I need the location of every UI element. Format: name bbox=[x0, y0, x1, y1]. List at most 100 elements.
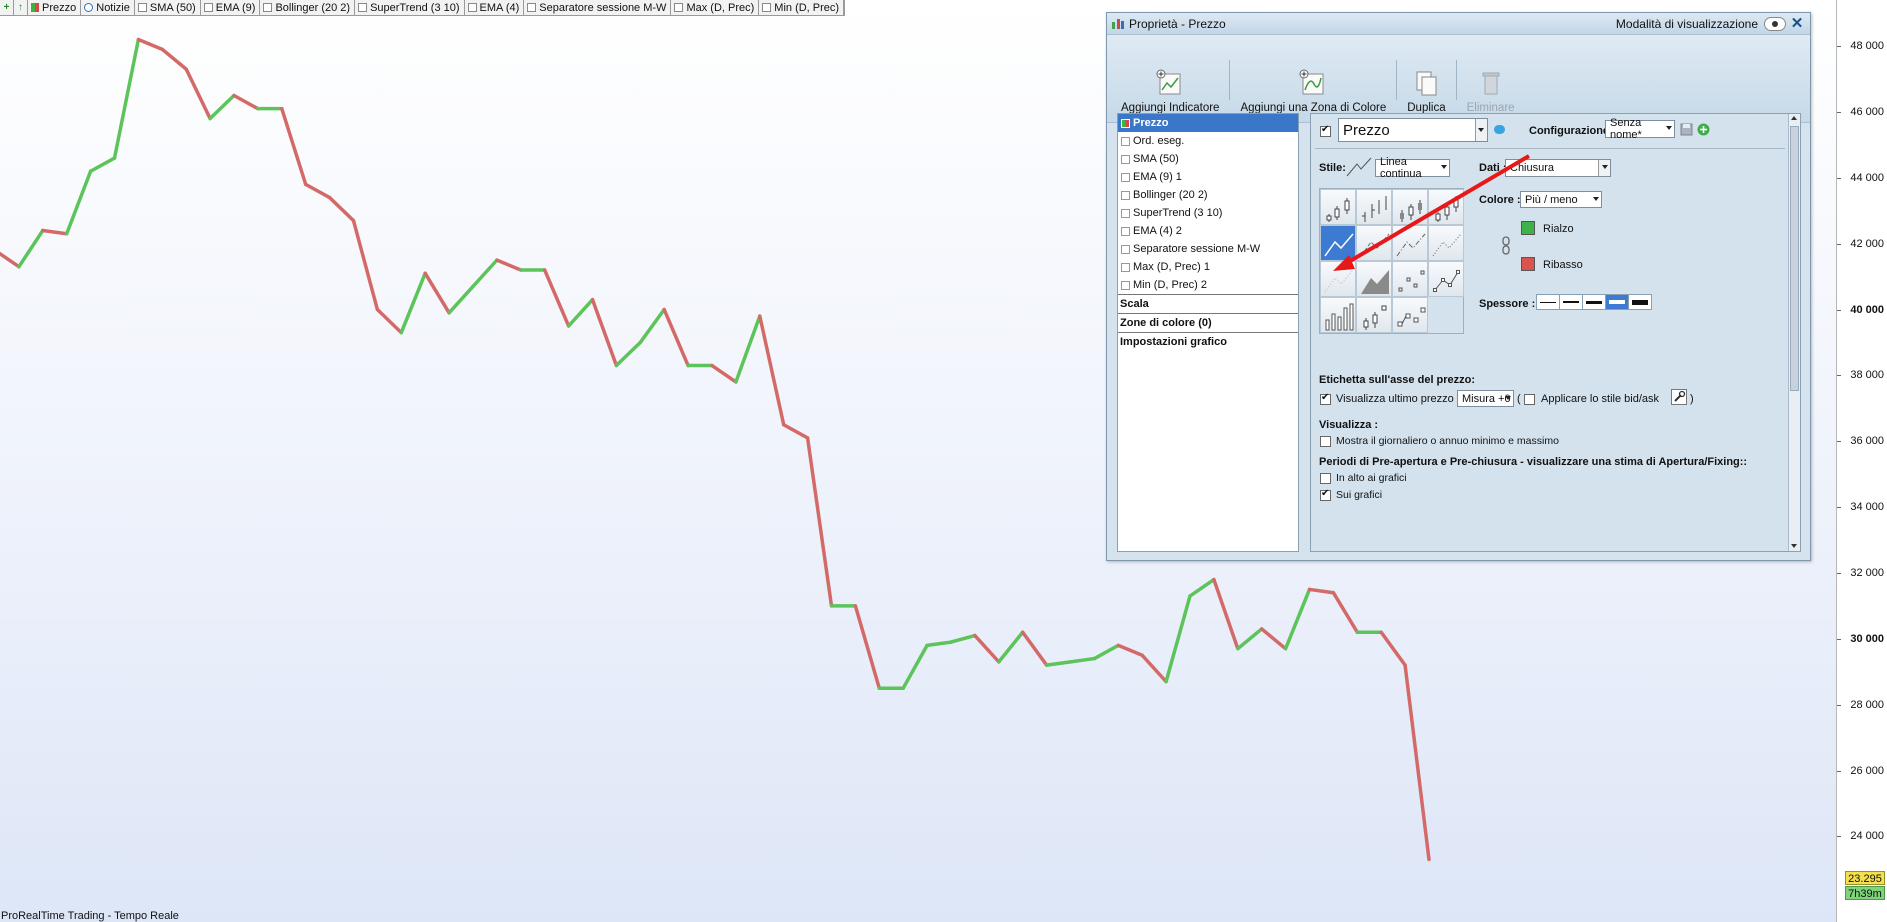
show-minmax-label: Mostra il giornaliero o annuo minimo e m… bbox=[1336, 435, 1559, 447]
scroll-up-icon[interactable] bbox=[1791, 116, 1797, 120]
line-markers-style-icon bbox=[1433, 270, 1460, 292]
rise-color-swatch[interactable] bbox=[1521, 221, 1535, 235]
properties-dialog[interactable]: Proprietà - Prezzo Modalità di visualizz… bbox=[1106, 12, 1811, 561]
price-segment bbox=[399, 271, 427, 335]
add-indicator-button[interactable]: Aggiungi Indicatore bbox=[1113, 68, 1227, 114]
panel-scrollbar[interactable] bbox=[1788, 114, 1800, 551]
tree-item-1[interactable]: Ord. eseg. bbox=[1118, 132, 1298, 150]
tree-item-3[interactable]: EMA (9) 1 bbox=[1118, 168, 1298, 186]
add-color-zone-button[interactable]: Aggiungi una Zona di Colore bbox=[1232, 68, 1394, 114]
thickness-1[interactable] bbox=[1536, 294, 1560, 310]
price-color-icon[interactable] bbox=[1121, 118, 1130, 128]
step-style-cell[interactable] bbox=[1392, 297, 1428, 333]
tree-item-6[interactable]: EMA (4) 2 bbox=[1118, 222, 1298, 240]
above-charts-checkbox[interactable] bbox=[1320, 473, 1331, 484]
series-visible-checkbox[interactable] bbox=[1320, 124, 1331, 137]
tree-section-2[interactable]: Impostazioni grafico bbox=[1118, 332, 1298, 351]
color-mode-select[interactable]: Più / meno bbox=[1520, 191, 1602, 208]
thickness-selector[interactable] bbox=[1536, 294, 1652, 310]
price-segment bbox=[375, 307, 404, 335]
add-config-icon[interactable] bbox=[1697, 123, 1710, 136]
thickness-2[interactable] bbox=[1559, 294, 1583, 310]
price-segment bbox=[112, 37, 141, 160]
checkbox-icon[interactable] bbox=[1121, 280, 1130, 290]
axis-tick-label: 26 000 bbox=[1850, 764, 1884, 777]
axis-tick-label: 28 000 bbox=[1850, 698, 1884, 711]
style-select[interactable]: Linea continua bbox=[1375, 156, 1450, 180]
checkbox-icon[interactable] bbox=[1121, 136, 1130, 146]
area-style-cell[interactable] bbox=[1356, 261, 1392, 297]
add-color-zone-icon bbox=[1299, 69, 1324, 95]
show-minmax-checkbox[interactable] bbox=[1320, 436, 1331, 447]
thickness-3[interactable] bbox=[1582, 294, 1606, 310]
dialog-titlebar[interactable]: Proprietà - Prezzo Modalità di visualizz… bbox=[1107, 13, 1810, 35]
fall-color-swatch[interactable] bbox=[1521, 257, 1535, 271]
tree-item-label: SuperTrend (3 10) bbox=[1133, 207, 1223, 219]
checkbox-icon[interactable] bbox=[1121, 262, 1130, 272]
price-segment bbox=[566, 297, 595, 328]
dash-dot-style-cell[interactable] bbox=[1392, 225, 1428, 261]
tree-item-9[interactable]: Min (D, Prec) 2 bbox=[1118, 276, 1298, 294]
display-mode-label[interactable]: Modalità di visualizzazione bbox=[1616, 17, 1758, 31]
checkbox-icon[interactable] bbox=[1121, 244, 1130, 254]
heikin-style-cell[interactable] bbox=[1392, 189, 1428, 225]
checkbox-icon[interactable] bbox=[1121, 154, 1130, 164]
axis-tick-mark bbox=[1837, 704, 1841, 706]
measure-select[interactable]: Misura +0 bbox=[1457, 390, 1514, 407]
tree-item-8[interactable]: Max (D, Prec) 1 bbox=[1118, 258, 1298, 276]
line-markers-style-cell[interactable] bbox=[1428, 261, 1464, 297]
scroll-down-icon[interactable] bbox=[1791, 544, 1797, 548]
ohlc-bar-style-cell[interactable] bbox=[1356, 189, 1392, 225]
line-style-cell[interactable] bbox=[1320, 225, 1356, 261]
paren-close: ) bbox=[1690, 393, 1694, 405]
eye-icon[interactable] bbox=[1764, 16, 1786, 31]
data-select[interactable]: Chiusura bbox=[1505, 159, 1611, 177]
axis-tick-mark bbox=[1837, 441, 1841, 443]
checkbox-icon[interactable] bbox=[1121, 226, 1130, 236]
object-tree[interactable]: Prezzo Ord. eseg. SMA (50) EMA (9) 1 Bolling… bbox=[1117, 113, 1299, 552]
link-chain-icon[interactable] bbox=[1501, 236, 1511, 256]
series-select-value: Prezzo bbox=[1343, 121, 1390, 139]
tree-item-7[interactable]: Separatore sessione M-W bbox=[1118, 240, 1298, 258]
faint-line-style-cell[interactable] bbox=[1320, 261, 1356, 297]
ohlc-bar-style-icon bbox=[1362, 196, 1387, 222]
save-icon[interactable] bbox=[1680, 123, 1693, 136]
show-last-price-checkbox[interactable] bbox=[1320, 392, 1331, 405]
price-segment bbox=[1116, 643, 1144, 658]
candlestick-style-cell[interactable] bbox=[1320, 189, 1356, 225]
info-bubble-icon[interactable] bbox=[1494, 125, 1505, 134]
tree-item-4[interactable]: Bollinger (20 2) bbox=[1118, 186, 1298, 204]
thickness-5[interactable] bbox=[1628, 294, 1652, 310]
axis-tick-mark bbox=[1837, 572, 1841, 574]
tree-section-1[interactable]: Zone di colore (0) bbox=[1118, 313, 1298, 332]
price-segment bbox=[925, 640, 953, 648]
wrench-icon[interactable] bbox=[1671, 389, 1687, 405]
series-select[interactable]: Prezzo bbox=[1338, 118, 1488, 142]
tree-item-5[interactable]: SuperTrend (3 10) bbox=[1118, 204, 1298, 222]
config-label: Configurazione: bbox=[1529, 125, 1613, 137]
scroll-thumb[interactable] bbox=[1790, 126, 1799, 391]
config-select[interactable]: Senza nome* bbox=[1605, 117, 1675, 141]
candle-markers-style-cell[interactable] bbox=[1356, 297, 1392, 333]
histogram-style-cell[interactable] bbox=[1320, 297, 1356, 333]
close-icon[interactable]: ✕ bbox=[1790, 16, 1804, 31]
axis-tick-label: 32 000 bbox=[1850, 566, 1884, 579]
style-grid[interactable] bbox=[1319, 188, 1464, 334]
dotted-line-style-cell[interactable] bbox=[1428, 225, 1464, 261]
delete-button[interactable]: Eliminare bbox=[1459, 68, 1523, 114]
thickness-4[interactable] bbox=[1605, 294, 1629, 310]
tree-section-0[interactable]: Scala bbox=[1118, 294, 1298, 313]
on-charts-checkbox[interactable] bbox=[1320, 488, 1331, 501]
dots-style-cell[interactable] bbox=[1392, 261, 1428, 297]
hollow-candle-style-cell[interactable] bbox=[1428, 189, 1464, 225]
tree-item-0[interactable]: Prezzo bbox=[1118, 114, 1298, 132]
duplicate-button[interactable]: Duplica bbox=[1399, 68, 1453, 114]
tree-item-2[interactable]: SMA (50) bbox=[1118, 150, 1298, 168]
price-segment bbox=[303, 182, 332, 200]
bidask-checkbox[interactable] bbox=[1524, 394, 1535, 405]
checkbox-icon[interactable] bbox=[1121, 172, 1130, 182]
checkbox-icon[interactable] bbox=[1121, 208, 1130, 218]
dashed-line-style-cell[interactable] bbox=[1356, 225, 1392, 261]
price-axis[interactable]: 48 000 46 000 44 000 42 000 40 000 38 000 36 0… bbox=[1836, 0, 1887, 922]
checkbox-icon[interactable] bbox=[1121, 190, 1130, 200]
